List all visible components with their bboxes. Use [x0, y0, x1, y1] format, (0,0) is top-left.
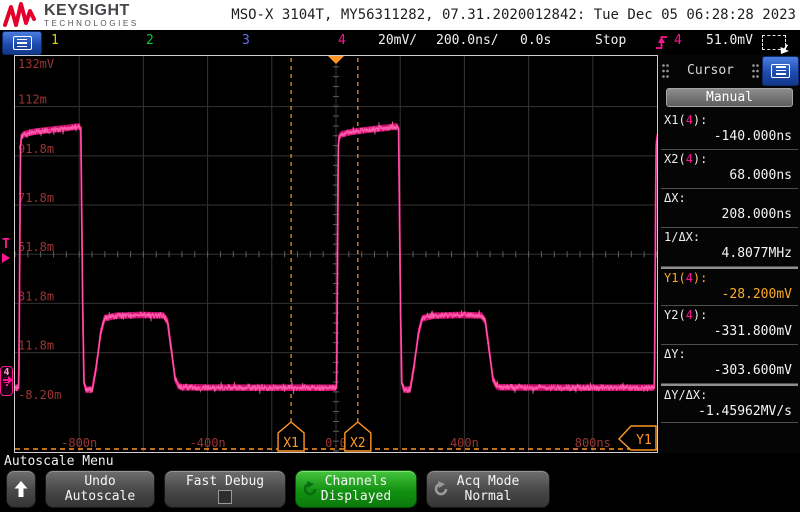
svg-text:-400n: -400n	[190, 436, 226, 450]
cursor-row-1-x: 1/ΔX: 4.8077MHz	[661, 228, 798, 267]
channel-4-indicator[interactable]: 4	[338, 33, 346, 48]
trigger-level-readout[interactable]: 51.0mV	[706, 33, 753, 48]
keysight-logo-icon	[3, 2, 39, 28]
softkey-label: Normal	[465, 489, 512, 504]
titlebar: KEYSIGHT TECHNOLOGIES MSO-X 3104T, MY563…	[0, 0, 800, 30]
svg-text:0.0: 0.0	[325, 436, 347, 450]
svg-text:-800n: -800n	[61, 436, 97, 450]
trigger-slope-icon	[655, 33, 669, 51]
cursor-row-value[interactable]: -303.600mV	[661, 363, 798, 378]
cursor-row-value[interactable]: -331.800mV	[661, 324, 798, 339]
softkey-label: Undo	[84, 474, 115, 489]
cursor-row-y1: Y1(4): -28.200mV	[661, 267, 798, 306]
channel-2-indicator[interactable]: 2	[146, 33, 154, 48]
pointer-tool-icon[interactable]	[762, 35, 786, 50]
svg-text:X2: X2	[350, 436, 366, 451]
channel-1-indicator[interactable]: 1	[51, 33, 59, 48]
cursor-row-value[interactable]: 4.8077MHz	[661, 246, 798, 261]
cursor-row-value[interactable]: -28.200mV	[661, 287, 798, 302]
run-state-readout: Stop	[595, 33, 626, 48]
trigger-letter: T	[2, 237, 10, 252]
y-axis-labels: 132mV 112m 91.8m 71.8m 51.8m 31.8m 11.8m -8.20m	[18, 57, 61, 402]
svg-text:91.8m: 91.8m	[18, 142, 54, 156]
cursor-row-label: ΔX:	[661, 191, 798, 205]
cursor-mode-button[interactable]: Manual	[666, 88, 793, 107]
cursor-panel-header[interactable]: Cursor	[659, 55, 800, 86]
softkey-up-button[interactable]	[6, 470, 36, 508]
cursor-row-value[interactable]: -140.000ns	[661, 129, 798, 144]
trigger-position-marker[interactable]	[328, 56, 344, 64]
brand: KEYSIGHT TECHNOLOGIES	[44, 3, 139, 28]
svg-text:800ns: 800ns	[575, 436, 611, 450]
cursor-row-label: Y2(4):	[661, 308, 798, 322]
main-menu-button[interactable]	[2, 31, 42, 55]
softkey-label: Channels	[325, 474, 388, 489]
cursor-row--y-x: ΔY/ΔX: -1.45962MV/s	[661, 384, 798, 423]
up-arrow-icon	[13, 480, 29, 498]
softkey-label: Fast Debug	[186, 474, 264, 489]
drag-grip-icon	[661, 63, 670, 79]
svg-text:X1: X1	[283, 436, 299, 451]
cursor-row-value[interactable]: 208.000ns	[661, 207, 798, 222]
statusbar: 1 2 3 4 20mV/ 200.0ns/ 0.0s Stop 4 51.0mV	[0, 30, 800, 55]
menu-icon	[13, 36, 32, 50]
softkey-acq-mode-button[interactable]: Acq ModeNormal	[426, 470, 550, 508]
cycle-icon	[302, 481, 318, 497]
cursor-row--x: ΔX: 208.000ns	[661, 189, 798, 228]
svg-text:132mV: 132mV	[18, 57, 54, 71]
x1-cursor-marker[interactable]: X1	[278, 422, 304, 451]
brand-tagline: TECHNOLOGIES	[44, 20, 139, 28]
cursor-row--y: ΔY: -303.600mV	[661, 345, 798, 384]
softkey-label: Acq Mode	[457, 474, 520, 489]
channel-3-indicator[interactable]: 3	[242, 33, 250, 48]
cycle-icon	[433, 481, 449, 497]
cursor-row-x2: X2(4): 68.000ns	[661, 150, 798, 189]
svg-text:71.8m: 71.8m	[18, 191, 54, 205]
trigger-level-marker[interactable]: T	[2, 240, 10, 263]
cursor-panel: Cursor Manual X1(4): -140.000ns X2(4): 68.0…	[659, 55, 800, 453]
vertical-scale-readout[interactable]: 20mV/	[378, 33, 417, 48]
panel-title: Cursor	[672, 63, 749, 78]
svg-text:-8.20m: -8.20m	[18, 388, 61, 402]
timebase-readout[interactable]: 200.0ns/	[436, 33, 499, 48]
svg-text:112m: 112m	[18, 93, 47, 107]
svg-text:31.8m: 31.8m	[18, 289, 54, 303]
softkey-menu: Autoscale Menu UndoAutoscale Fast Debug Ch…	[0, 453, 800, 512]
softkey-label: Autoscale	[65, 489, 135, 504]
svg-text:11.8m: 11.8m	[18, 339, 54, 353]
cursor-row-value[interactable]: -1.45962MV/s	[661, 404, 798, 419]
fast-debug-checkbox[interactable]	[218, 490, 232, 504]
drag-grip-icon	[751, 63, 760, 79]
cursor-row-y2: Y2(4): -331.800mV	[661, 306, 798, 345]
cursor-menu-button[interactable]	[762, 56, 799, 86]
delay-readout[interactable]: 0.0s	[520, 33, 551, 48]
svg-text:51.8m: 51.8m	[18, 240, 54, 254]
softkey-menu-title: Autoscale Menu	[4, 454, 114, 469]
softkey-label: Displayed	[321, 489, 391, 504]
instrument-title: MSO-X 3104T, MY56311282, 07.31.202001284…	[139, 7, 800, 23]
svg-text:Y1: Y1	[636, 433, 652, 448]
cursor-row-label: ΔY/ΔX:	[661, 388, 798, 402]
menu-icon	[771, 64, 790, 78]
svg-text:400n: 400n	[450, 436, 479, 450]
cursor-row-x1: X1(4): -140.000ns	[661, 111, 798, 150]
brand-name: KEYSIGHT	[44, 3, 139, 19]
x2-cursor-marker[interactable]: X2	[345, 422, 371, 451]
trigger-source-readout[interactable]: 4	[674, 33, 682, 48]
oscilloscope-screen: KEYSIGHT TECHNOLOGIES MSO-X 3104T, MY563…	[0, 0, 800, 512]
channel4-ground-marker[interactable]: 4	[0, 366, 13, 396]
softkey-fast-debug-button[interactable]: Fast Debug	[164, 470, 286, 508]
cursor-row-label: 1/ΔX:	[661, 230, 798, 244]
cursor-row-label: X2(4):	[661, 152, 798, 166]
cursor-row-label: Y1(4):	[661, 271, 798, 285]
y1-cursor-marker[interactable]: Y1	[619, 426, 656, 450]
cursor-row-label: X1(4):	[661, 113, 798, 127]
softkey-undo-autoscale-button[interactable]: UndoAutoscale	[45, 470, 155, 508]
cursor-row-value[interactable]: 68.000ns	[661, 168, 798, 183]
trigger-arrow-icon	[2, 253, 10, 263]
cursor-row-label: ΔY:	[661, 347, 798, 361]
softkey-channels-displayed-button[interactable]: ChannelsDisplayed	[295, 470, 417, 508]
waveform-display: 132mV 112m 91.8m 71.8m 51.8m 31.8m 11.8m -8.20m…	[14, 55, 658, 453]
